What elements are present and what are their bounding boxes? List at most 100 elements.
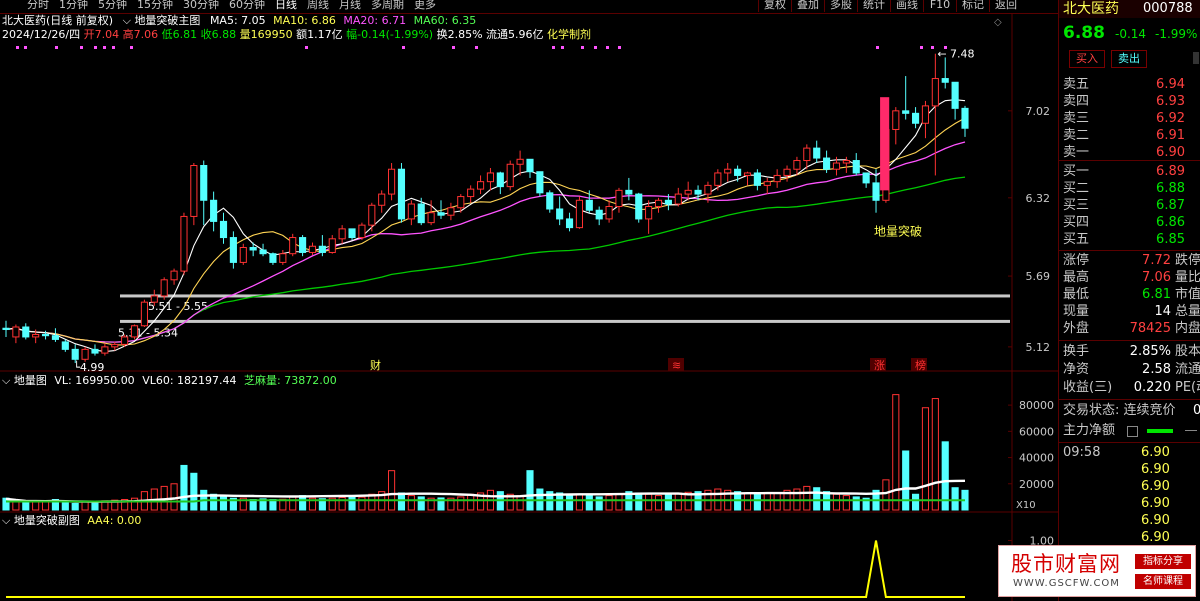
candle-body xyxy=(200,165,208,201)
stat-row: 最低 6.81 市值 xyxy=(1063,287,1200,302)
ask-row: 卖二 6.91 xyxy=(1063,128,1185,143)
stat-row: 最高 7.06 量比 xyxy=(1063,270,1200,285)
candle-body xyxy=(842,160,850,164)
candle-body xyxy=(734,168,742,176)
candle-body xyxy=(12,326,20,338)
bid-row: 买四 6.86 xyxy=(1063,215,1185,230)
candle-body xyxy=(496,172,504,188)
ask-row: 卖四 6.93 xyxy=(1063,94,1185,109)
candle-body xyxy=(160,279,168,297)
candle-body xyxy=(239,246,247,263)
volume-bar xyxy=(892,394,900,511)
candle-body xyxy=(921,105,930,124)
stat-row: 外盘 78425 内盘 xyxy=(1063,321,1200,336)
signal-dot xyxy=(876,46,879,49)
signal-dot xyxy=(944,46,947,49)
candle-body xyxy=(951,81,959,109)
volume-bar xyxy=(813,487,821,511)
candle-body xyxy=(111,343,119,348)
candle-body xyxy=(308,245,317,253)
candle-body xyxy=(773,174,781,183)
signal-dot xyxy=(552,46,555,49)
panel-toggle[interactable] xyxy=(1193,52,1199,64)
high-mark-label: ← 7.48 xyxy=(937,48,974,61)
candle-body xyxy=(427,212,435,224)
buy-button[interactable]: 买入 xyxy=(1069,50,1105,68)
volume-indicator-name[interactable]: 地量图 xyxy=(14,374,47,387)
tick-row: 09:58 6.90 xyxy=(1063,445,1170,460)
candle-body xyxy=(101,346,109,354)
signal-dot xyxy=(80,46,83,49)
volume-bar xyxy=(61,501,69,511)
signal-dot xyxy=(94,46,97,49)
stat2-row: 换手 2.85% 股本 xyxy=(1063,344,1200,359)
volume-bar xyxy=(753,493,761,511)
support-line-2 xyxy=(120,319,1010,323)
y-tick-label: 5.69 xyxy=(1026,270,1051,283)
chevron-down-icon[interactable]: ⌵ xyxy=(2,374,10,387)
volume-bar xyxy=(803,485,811,511)
volume-bar xyxy=(912,493,920,511)
vl60-value: VL60: 182197.44 xyxy=(142,374,237,387)
candle-body xyxy=(328,238,336,253)
quote-panel: 北大医药 000788 6.88 -0.14 -1.99% 买入 卖出 交易状态… xyxy=(1058,0,1200,601)
candle-body xyxy=(486,172,495,183)
sub-indicator-name[interactable]: 地量突破副图 xyxy=(14,514,80,527)
signal-dot xyxy=(920,46,923,49)
signal-dot xyxy=(402,46,405,49)
bid-row: 买二 6.88 xyxy=(1063,181,1185,196)
main-netflow[interactable]: 主力净额 xyxy=(1059,422,1200,439)
signal-dot xyxy=(931,46,934,49)
candle-body xyxy=(318,245,326,253)
stat-row: 涨停 7.72 跌停 xyxy=(1063,253,1200,268)
signal-dot xyxy=(112,46,115,49)
candle-body xyxy=(190,165,198,217)
candle-body xyxy=(41,333,50,337)
volume-bar xyxy=(773,492,781,511)
candle-body xyxy=(476,181,485,190)
volume-bar xyxy=(852,496,860,511)
candle-body xyxy=(753,172,761,186)
volume-bar xyxy=(299,495,307,511)
volume-bar xyxy=(605,495,613,511)
candle-body xyxy=(704,184,712,195)
candle-body xyxy=(338,228,346,240)
volume-ma-line xyxy=(5,479,966,503)
tick-row: 6.90 xyxy=(1141,496,1170,511)
kline-chart-area[interactable]: 7.026.325.695.12◇ 5.51 - 5.555.31 - 5.34… xyxy=(0,0,1058,601)
volume-bar xyxy=(22,501,30,511)
volume-panel-header: ⌵ 地量图 VL: 169950.00 VL60: 182197.44 芝麻量:… xyxy=(2,374,337,388)
tick-row: 6.90 xyxy=(1141,530,1170,545)
volume-bar xyxy=(407,495,415,511)
candle-body xyxy=(803,147,811,162)
signal-dot xyxy=(606,46,609,49)
event-mark-label: 榜 xyxy=(915,358,926,372)
y-tick-label: 7.02 xyxy=(1026,105,1051,118)
candle-body xyxy=(645,206,653,220)
vol-tick-label: 40000 xyxy=(1019,452,1054,465)
volume-bar xyxy=(585,495,593,511)
candle-body xyxy=(813,147,821,159)
signal-dot xyxy=(618,46,621,49)
tick-row: 6.90 xyxy=(1141,479,1170,494)
sell-button[interactable]: 卖出 xyxy=(1111,50,1147,68)
volume-bar xyxy=(664,493,672,511)
candle-body xyxy=(941,78,949,83)
candle-body xyxy=(615,189,623,208)
watermark-tag2: 名师课程 xyxy=(1135,574,1191,589)
candle-body xyxy=(674,193,682,205)
signal-dot xyxy=(581,46,584,49)
candle-body xyxy=(565,218,574,229)
stock-name: 北大医药 xyxy=(1063,1,1119,17)
chevron-down-icon[interactable]: ⌵ xyxy=(2,514,10,527)
bid-row: 买一 6.89 xyxy=(1063,164,1185,179)
list-icon[interactable] xyxy=(1127,426,1138,437)
candle-body xyxy=(763,181,771,186)
vol-tick-label: 20000 xyxy=(1019,478,1054,491)
candle-body xyxy=(714,172,722,186)
candle-body xyxy=(22,326,30,338)
candle-body xyxy=(71,348,79,360)
candle-body xyxy=(526,158,534,173)
candle-body xyxy=(546,192,554,210)
volume-bar xyxy=(654,495,663,511)
